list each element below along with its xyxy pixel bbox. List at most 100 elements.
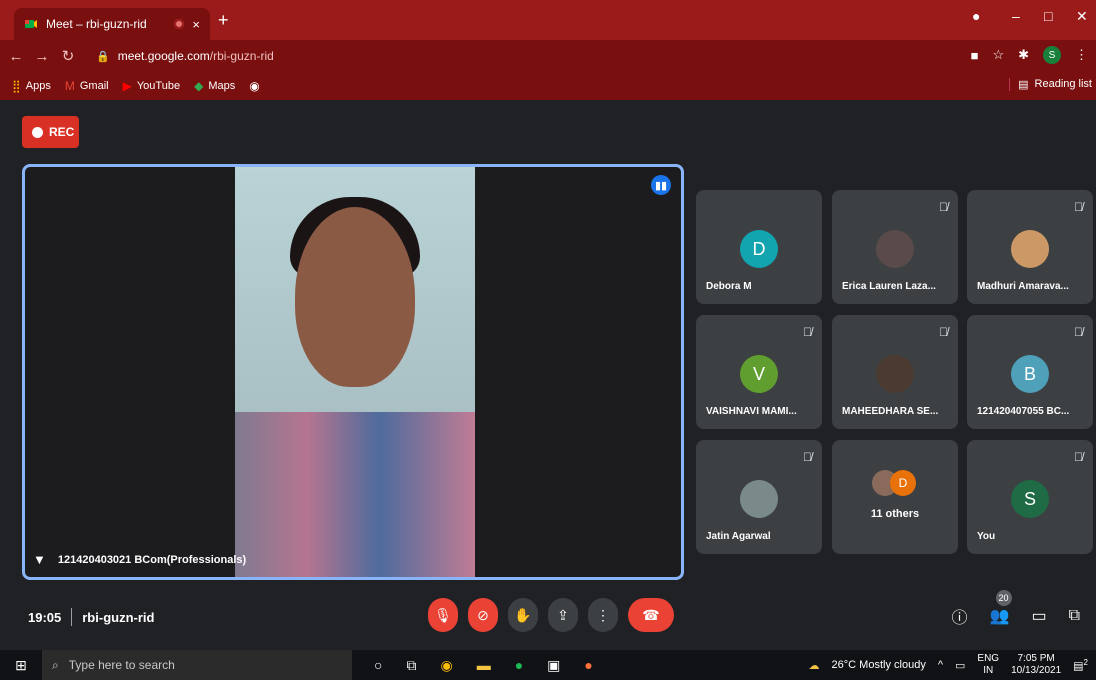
- meeting-info: 19:05 rbi-guzn-rid: [28, 608, 154, 626]
- camera-off-button[interactable]: ⊘: [468, 598, 498, 632]
- main-speaker-tile[interactable]: ▮▮ ▼ 121420403021 BCom(Professionals): [22, 164, 684, 580]
- battery-icon[interactable]: ▭: [955, 659, 965, 672]
- participant-tile[interactable]: 🎙̸ MAHEEDHARA SE...: [832, 315, 958, 429]
- avatar-photo: [740, 480, 778, 518]
- mic-off-button[interactable]: 🎙: [428, 598, 458, 632]
- url-field[interactable]: 🔒 meet.google.com /rbi-guzn-rid: [96, 49, 274, 63]
- language-indicator[interactable]: ENG IN: [977, 653, 999, 677]
- weather-text[interactable]: 26°C Mostly cloudy: [832, 659, 926, 671]
- chat-icon[interactable]: ▭: [1031, 606, 1046, 626]
- bookmark-apps[interactable]: ⣿ Apps: [12, 79, 51, 93]
- participant-name: 121420407055 BC...: [977, 406, 1070, 417]
- people-button[interactable]: 👥 20: [989, 590, 1012, 626]
- taskbar-search[interactable]: ⌕ Type here to search: [42, 650, 352, 680]
- tab-close-button[interactable]: ×: [192, 17, 200, 32]
- spotify-icon[interactable]: ●: [515, 657, 523, 674]
- maximize-button[interactable]: □: [1044, 8, 1052, 24]
- participant-name: Madhuri Amarava...: [977, 281, 1069, 292]
- avatar-photo: [1011, 230, 1049, 268]
- participant-name: You: [977, 531, 996, 542]
- participant-tile[interactable]: 🎙̸ V VAISHNAVI MAMI...: [696, 315, 822, 429]
- activities-icon[interactable]: ⧉: [1069, 607, 1080, 625]
- video-shirt: [235, 412, 475, 577]
- mic-muted-icon: 🎙̸: [1074, 325, 1083, 339]
- present-button[interactable]: ⇪: [548, 598, 578, 632]
- chrome-profile-menu-icon[interactable]: ●: [972, 8, 980, 24]
- camera-in-use-icon[interactable]: ■: [971, 48, 979, 63]
- others-avatar-stack: D: [872, 470, 922, 498]
- bookmark-label: Gmail: [79, 80, 109, 92]
- raise-hand-button[interactable]: ✋: [508, 598, 538, 632]
- globe-icon: ◉: [249, 79, 260, 93]
- main-participant-name: 121420403021 BCom(Professionals): [57, 553, 247, 566]
- hand-icon: ✋: [514, 606, 532, 623]
- present-screen-icon: ⇪: [557, 606, 569, 623]
- people-icon: 👥: [989, 608, 1010, 625]
- reload-icon[interactable]: ↻: [58, 47, 78, 65]
- reading-list-button[interactable]: ▤ Reading list: [1009, 78, 1092, 91]
- bookmark-label: Apps: [25, 80, 51, 92]
- apps-grid-icon: ⣿: [12, 79, 21, 93]
- cortana-icon[interactable]: ○: [374, 657, 382, 674]
- mic-muted-icon: 🎙̸: [803, 325, 812, 339]
- forward-arrow-icon[interactable]: →: [32, 48, 52, 65]
- extensions-puzzle-icon[interactable]: ✱: [1018, 47, 1029, 63]
- more-options-button[interactable]: ⋮: [588, 598, 618, 632]
- task-view-icon[interactable]: ⧉: [406, 657, 416, 674]
- leave-call-button[interactable]: ☎: [628, 598, 674, 632]
- firefox-icon[interactable]: ●: [584, 657, 592, 674]
- meeting-time: 19:05: [28, 609, 62, 625]
- bookmark-gmail[interactable]: M Gmail: [65, 79, 109, 93]
- meet-favicon-icon: [25, 20, 37, 28]
- chrome-menu-icon[interactable]: ⋮: [1075, 47, 1088, 63]
- participant-tile[interactable]: D Debora M: [696, 190, 822, 304]
- notification-center-icon[interactable]: ▤2: [1073, 658, 1088, 673]
- lock-icon: 🔒: [96, 50, 110, 63]
- avatar: D: [890, 470, 916, 496]
- profile-avatar[interactable]: S: [1043, 46, 1061, 64]
- bookmark-youtube[interactable]: ▶ YouTube: [123, 79, 180, 93]
- weather-cloud-icon[interactable]: ☁: [809, 659, 820, 672]
- participant-tile[interactable]: D 11 others: [832, 440, 958, 554]
- participant-tile[interactable]: 🎙̸ S You: [967, 440, 1093, 554]
- participant-tile[interactable]: 🎙̸ Erica Lauren Laza...: [832, 190, 958, 304]
- meeting-details-info-icon[interactable]: ⓘ: [952, 604, 968, 628]
- address-bar: ← → ↻ 🔒 meet.google.com /rbi-guzn-rid ■ …: [0, 40, 1096, 72]
- gmail-icon: M: [64, 79, 75, 93]
- reading-list-label: Reading list: [1034, 78, 1092, 90]
- speaking-indicator-icon: ▮▮: [651, 175, 671, 195]
- bookmark-maps[interactable]: ◆ Maps: [194, 79, 235, 93]
- others-label: 11 others: [870, 508, 920, 520]
- back-arrow-icon[interactable]: ←: [6, 48, 26, 65]
- close-window-button[interactable]: ✕: [1076, 8, 1088, 25]
- participant-tile[interactable]: 🎙̸ B 121420407055 BC...: [967, 315, 1093, 429]
- mic-off-icon: 🎙: [434, 606, 452, 623]
- youtube-icon: ▶: [122, 79, 132, 93]
- participant-name: Jatin Agarwal: [706, 531, 771, 542]
- store-icon[interactable]: ▣: [547, 657, 560, 674]
- browser-tab-meet[interactable]: Meet – rbi-guzn-rid ×: [14, 8, 210, 40]
- recording-badge[interactable]: REC: [22, 116, 79, 148]
- avatar-photo: [876, 355, 914, 393]
- pin-icon[interactable]: ▼: [33, 552, 46, 567]
- tab-title: Meet – rbi-guzn-rid: [46, 17, 147, 31]
- bookmark-globe[interactable]: ◉: [249, 79, 259, 93]
- chrome-taskbar-icon[interactable]: ◉: [440, 657, 452, 674]
- new-tab-button[interactable]: +: [218, 10, 229, 31]
- rec-label: REC: [49, 125, 75, 139]
- minimize-button[interactable]: –: [1012, 8, 1020, 24]
- mic-muted-icon: 🎙̸: [939, 325, 948, 339]
- participant-tile[interactable]: 🎙̸ Madhuri Amarava...: [967, 190, 1093, 304]
- bookmark-label: Maps: [208, 80, 236, 92]
- url-host: meet.google.com: [117, 49, 210, 63]
- file-explorer-icon[interactable]: ▬: [477, 657, 491, 674]
- mic-muted-icon: 🎙̸: [939, 200, 948, 214]
- bookmark-star-icon[interactable]: ☆: [992, 47, 1004, 63]
- video-face: [295, 207, 415, 387]
- tray-chevron-icon[interactable]: ^: [938, 659, 943, 671]
- taskbar-clock[interactable]: 7:05 PM 10/13/2021: [1011, 653, 1061, 677]
- meeting-controls-bar: 19:05 rbi-guzn-rid 🎙 ⊘ ✋ ⇪ ⋮ ☎ ⓘ 👥 20 ▭ …: [0, 590, 1096, 650]
- windows-start-icon[interactable]: ⊞: [0, 657, 42, 674]
- participant-tile[interactable]: 🎙̸ Jatin Agarwal: [696, 440, 822, 554]
- bookmark-label: YouTube: [136, 80, 181, 92]
